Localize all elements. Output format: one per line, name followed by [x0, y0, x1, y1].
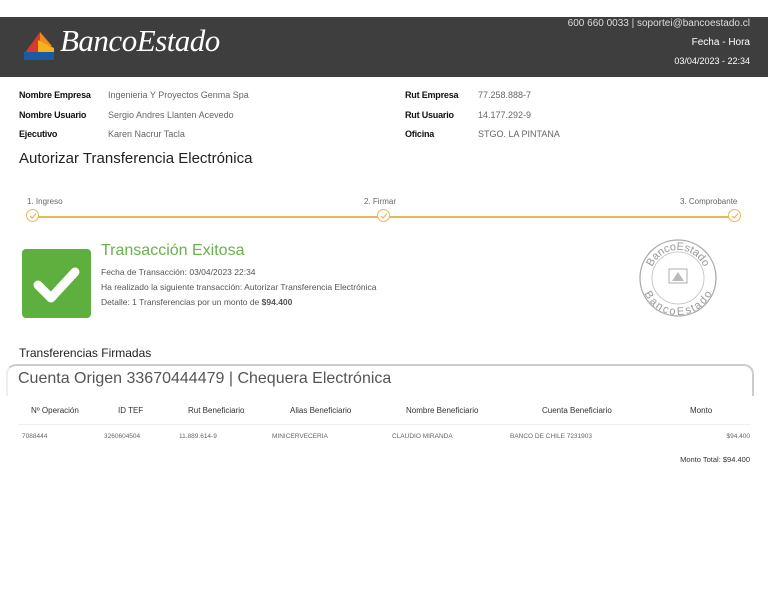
- rut-usuario-value: 14.177.292-9: [478, 110, 532, 120]
- contact-info: 600 660 0033 | soportei@bancoestado.cl: [567, 18, 750, 29]
- svg-text:BancoEstado: BancoEstado: [644, 241, 712, 269]
- col-rut-beneficiario: Rut Beneficiario: [188, 406, 245, 415]
- col-monto: Monto: [690, 406, 713, 415]
- cell-nombre: CLAUDIO MIRANDA: [392, 433, 453, 440]
- transaction-description: Ha realizado la siguiente transacción: A…: [101, 282, 377, 292]
- oficina-label: Oficina: [405, 129, 435, 139]
- account-title: Cuenta Origen 33670444479 | Chequera Ele…: [18, 370, 392, 387]
- transfers-title: Transferencias Firmadas: [19, 346, 152, 360]
- col-cuenta-beneficiario: Cuenta Beneficiario: [542, 406, 612, 415]
- table-row-divider: [18, 424, 751, 425]
- transaction-date: Fecha de Transacción: 03/04/2023 22:34: [101, 267, 256, 277]
- ejecutivo-value: Karen Nacrur Tacla: [108, 129, 185, 139]
- transaction-detail: Detalle: 1 Transferencias por un monto d…: [101, 297, 292, 307]
- step-ingreso-check-icon: [26, 209, 39, 222]
- cell-monto: $94.400: [726, 433, 751, 440]
- rut-empresa-value: 77.258.888-7: [478, 90, 532, 100]
- empresa-label: Nombre Empresa: [19, 90, 91, 100]
- col-id-tef: ID TEF: [118, 406, 144, 415]
- bancoestado-logo-icon: [20, 24, 58, 62]
- usuario-label: Nombre Usuario: [19, 110, 87, 120]
- usuario-value: Sergio Andres Llanten Acevedo: [108, 110, 234, 120]
- date-value: 03/04/2023 - 22:34: [674, 56, 750, 66]
- step-ingreso-label: 1. Ingreso: [27, 197, 63, 206]
- step-comprobante-label: 3. Comprobante: [680, 197, 738, 206]
- brand-name: BancoEstado: [60, 23, 220, 58]
- success-title: Transacción Exitosa: [101, 242, 245, 259]
- cell-id-tef: 3260604504: [104, 433, 141, 440]
- ejecutivo-label: Ejecutivo: [19, 129, 58, 139]
- step-comprobante-check-icon: [728, 209, 741, 222]
- bancoestado-stamp-icon: BancoEstado BancoEstado: [638, 238, 718, 318]
- date-heading: Fecha - Hora: [691, 37, 750, 48]
- cell-alias: MINICERVECERIA: [272, 433, 328, 440]
- total-amount: Monto Total: $94.400: [680, 455, 750, 464]
- page-title: Autorizar Transferencia Electrónica: [19, 150, 253, 167]
- cell-rut: 11.889.614-9: [179, 433, 217, 440]
- cell-cuenta: BANCO DE CHILE 7231903: [510, 433, 593, 440]
- empresa-value: Ingenieria Y Proyectos Genma Spa: [108, 90, 249, 100]
- col-operacion: Nº Operación: [31, 406, 79, 415]
- cell-operacion: 7088444: [22, 433, 48, 440]
- rut-empresa-label: Rut Empresa: [405, 90, 459, 100]
- step-firmar-label: 2. Firmar: [364, 197, 396, 206]
- step-firmar-check-icon: [377, 209, 390, 222]
- oficina-value: STGO. LA PINTANA: [478, 129, 560, 139]
- col-alias-beneficiario: Alias Beneficiario: [290, 406, 352, 415]
- svg-text:BancoEstado: BancoEstado: [642, 289, 715, 318]
- detail-amount: $94.400: [261, 297, 293, 307]
- stamp-text-top: BancoEstado: [644, 241, 712, 269]
- rut-usuario-label: Rut Usuario: [405, 110, 454, 120]
- col-nombre-beneficiario: Nombre Beneficiario: [406, 406, 479, 415]
- detail-prefix: Detalle: 1 Transferencias por un monto d…: [101, 297, 262, 307]
- success-check-icon: [22, 249, 91, 318]
- stamp-text-bottom: BancoEstado: [642, 289, 715, 318]
